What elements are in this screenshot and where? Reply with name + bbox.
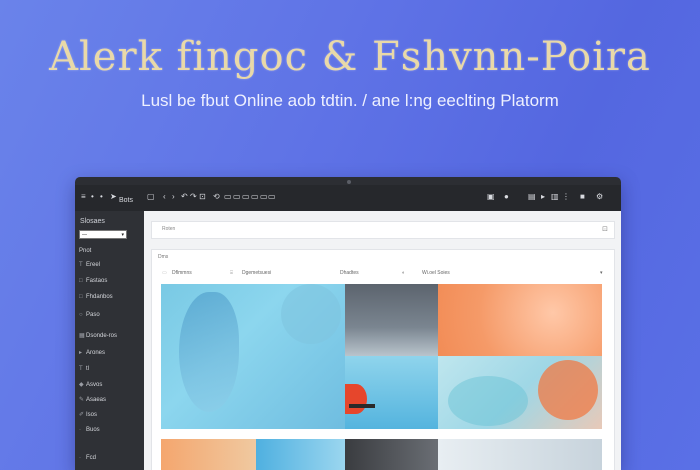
filter-1[interactable]: Dflmmns [172, 270, 192, 276]
image-tile[interactable] [161, 284, 345, 429]
sidebar-item-11[interactable]: · Buos [79, 427, 100, 433]
sidebar-item-7[interactable]: Ttl [79, 366, 89, 372]
filter-4[interactable]: Wi.oel Soies [422, 270, 450, 276]
hero-title: Alerk fingoc & Fshvnn-Poira [49, 34, 651, 80]
top-toolbar: ≡ • • ➤ ▢ ‹ › ↶ ↷ ⊡ ⟲ ▭ ▭ ▭ ▭ ▭ ▭ ▣ ● ▤ … [75, 185, 621, 211]
sidebar-item-9[interactable]: ✎ Asaeas [79, 396, 106, 403]
square-icon: □ [79, 278, 83, 284]
image-tile[interactable] [438, 439, 602, 470]
tool-icon[interactable]: ▭ [224, 192, 232, 202]
sidebar-item-label: Fcd [86, 455, 97, 461]
sidebar-item-10[interactable]: ✐ Isos [79, 411, 97, 418]
image-tile[interactable] [345, 356, 438, 429]
tool-icon[interactable]: ▭ [251, 192, 259, 202]
sidebar-item-label: Buos [86, 427, 100, 433]
sidebar-select-value: — [82, 232, 87, 238]
sidebar-item-0[interactable]: Pnot [79, 248, 91, 254]
sidebar-item-12[interactable]: · Fcd [79, 455, 96, 461]
sidebar-header-right: Bots [119, 197, 134, 204]
sidebar-item-label: Paso [86, 312, 100, 318]
forward-icon[interactable]: › [172, 192, 175, 202]
window-dot-icon: • [91, 192, 94, 201]
tool-icon[interactable]: ▭ [260, 192, 268, 202]
top-panel-label: Roten [162, 226, 176, 232]
diamond-icon: ◆ [79, 382, 84, 388]
main-content: Roten ⊡ Dms ▭ Dflmmns ⌸ Dgemetsuesi Dhad… [144, 211, 621, 470]
cart-icon[interactable]: ▣ [487, 192, 495, 202]
image-tile[interactable] [256, 439, 345, 470]
sidebar-select[interactable]: — ▾ [79, 230, 127, 239]
image-tile[interactable] [438, 284, 602, 356]
menu-icon[interactable]: ≡ [81, 192, 86, 202]
play-icon: ▸ [79, 350, 83, 356]
play-icon[interactable]: ▸ [541, 192, 545, 202]
filter-bar: ▭ Dflmmns ⌸ Dgemetsuesi Dhadtes ◐ Wi.oel… [162, 268, 603, 280]
grid-icon: ▦ [79, 333, 85, 339]
sidebar: Slosaes — ▾ Pnot T Ereel □ Fastaos □ Fhdanb… [75, 211, 144, 470]
sidebar-item-5[interactable]: ▦Dsonde-ros [79, 332, 117, 339]
filter-search-icon: ▭ [162, 270, 167, 276]
pen-icon: ✐ [79, 412, 85, 418]
redo-icon[interactable]: ↷ [190, 192, 197, 202]
filter-3[interactable]: Dhadtes [340, 270, 359, 276]
sidebar-item-label: Asaeas [86, 397, 107, 403]
tool-icon[interactable]: ▭ [268, 192, 276, 202]
panel-header: Dms [158, 254, 169, 260]
window-dot-icon: • [100, 192, 103, 201]
sidebar-item-label: Fastaos [86, 278, 108, 284]
sidebar-item-label: Asvos [86, 382, 103, 388]
tool-icon[interactable]: ▭ [233, 192, 241, 202]
app-window: ≡ • • ➤ ▢ ‹ › ↶ ↷ ⊡ ⟲ ▭ ▭ ▭ ▭ ▭ ▭ ▣ ● ▤ … [75, 177, 621, 470]
sidebar-item-1[interactable]: T Ereel [79, 262, 100, 268]
layers-icon[interactable]: ▥ [551, 192, 559, 202]
hero-subtitle: Lusl be fbut Online aob tdtin. / ane l:n… [141, 91, 559, 110]
camera-dot [347, 180, 351, 184]
bell-icon[interactable]: ● [504, 192, 509, 202]
sidebar-header: Slosaes [80, 218, 105, 225]
sidebar-item-label: tl [86, 366, 89, 372]
user-icon[interactable]: ■ [580, 192, 585, 202]
tool-icon[interactable]: ▭ [242, 192, 250, 202]
sidebar-item-6[interactable]: ▸ Arones [79, 349, 105, 356]
sidebar-item-label: Dsonde-ros [86, 333, 118, 339]
sidebar-item-3[interactable]: □ Fhdanbos [79, 294, 113, 300]
sidebar-item-label: Fhdanbos [86, 294, 113, 300]
frame-icon[interactable]: ▢ [147, 192, 155, 202]
image-tile[interactable] [161, 439, 256, 470]
cursor-icon[interactable]: ➤ [110, 192, 117, 202]
grid-icon[interactable]: ▤ [528, 192, 536, 202]
square-icon: □ [79, 294, 83, 300]
sidebar-header-label: Slosaes [80, 218, 105, 225]
pencil-icon: ✎ [79, 397, 85, 403]
text-icon: T [79, 262, 83, 268]
chevron-down-icon[interactable]: ▾ [600, 270, 603, 276]
filter-2[interactable]: Dgemetsuesi [242, 270, 271, 276]
undo-icon[interactable]: ↶ [181, 192, 188, 202]
top-panel: Roten ⊡ [151, 221, 615, 239]
circle-icon: ○ [79, 312, 83, 318]
text-icon: T [79, 366, 83, 372]
sidebar-item-label: Pnot [79, 248, 92, 254]
back-icon[interactable]: ‹ [163, 192, 166, 202]
sidebar-item-label: Isos [86, 412, 98, 418]
sidebar-item-label: Arones [86, 350, 106, 356]
sidebar-item-4[interactable]: ○ Paso [79, 312, 100, 318]
image-tile[interactable] [345, 439, 438, 470]
crop-icon[interactable]: ⊡ [199, 192, 206, 202]
sidebar-item-8[interactable]: ◆ Asvos [79, 381, 102, 388]
dot-icon: · [79, 455, 81, 461]
image-tile[interactable] [438, 356, 602, 429]
more-icon[interactable]: ⋮ [562, 192, 570, 202]
chevron-down-icon: ▾ [121, 232, 124, 238]
sidebar-item-label: Ereel [86, 262, 101, 268]
image-tile[interactable] [345, 284, 438, 356]
dot-icon: · [79, 427, 81, 433]
loading-icon: ◐ [402, 270, 406, 276]
sidebar-item-2[interactable]: □ Fastaos [79, 278, 107, 284]
image-icon: ⌸ [230, 270, 234, 276]
expand-icon[interactable]: ⊡ [602, 225, 608, 233]
refresh-icon[interactable]: ⟲ [213, 192, 220, 202]
media-panel: Dms ▭ Dflmmns ⌸ Dgemetsuesi Dhadtes ◐ Wi… [151, 249, 615, 470]
settings-icon[interactable]: ⚙ [596, 192, 603, 202]
